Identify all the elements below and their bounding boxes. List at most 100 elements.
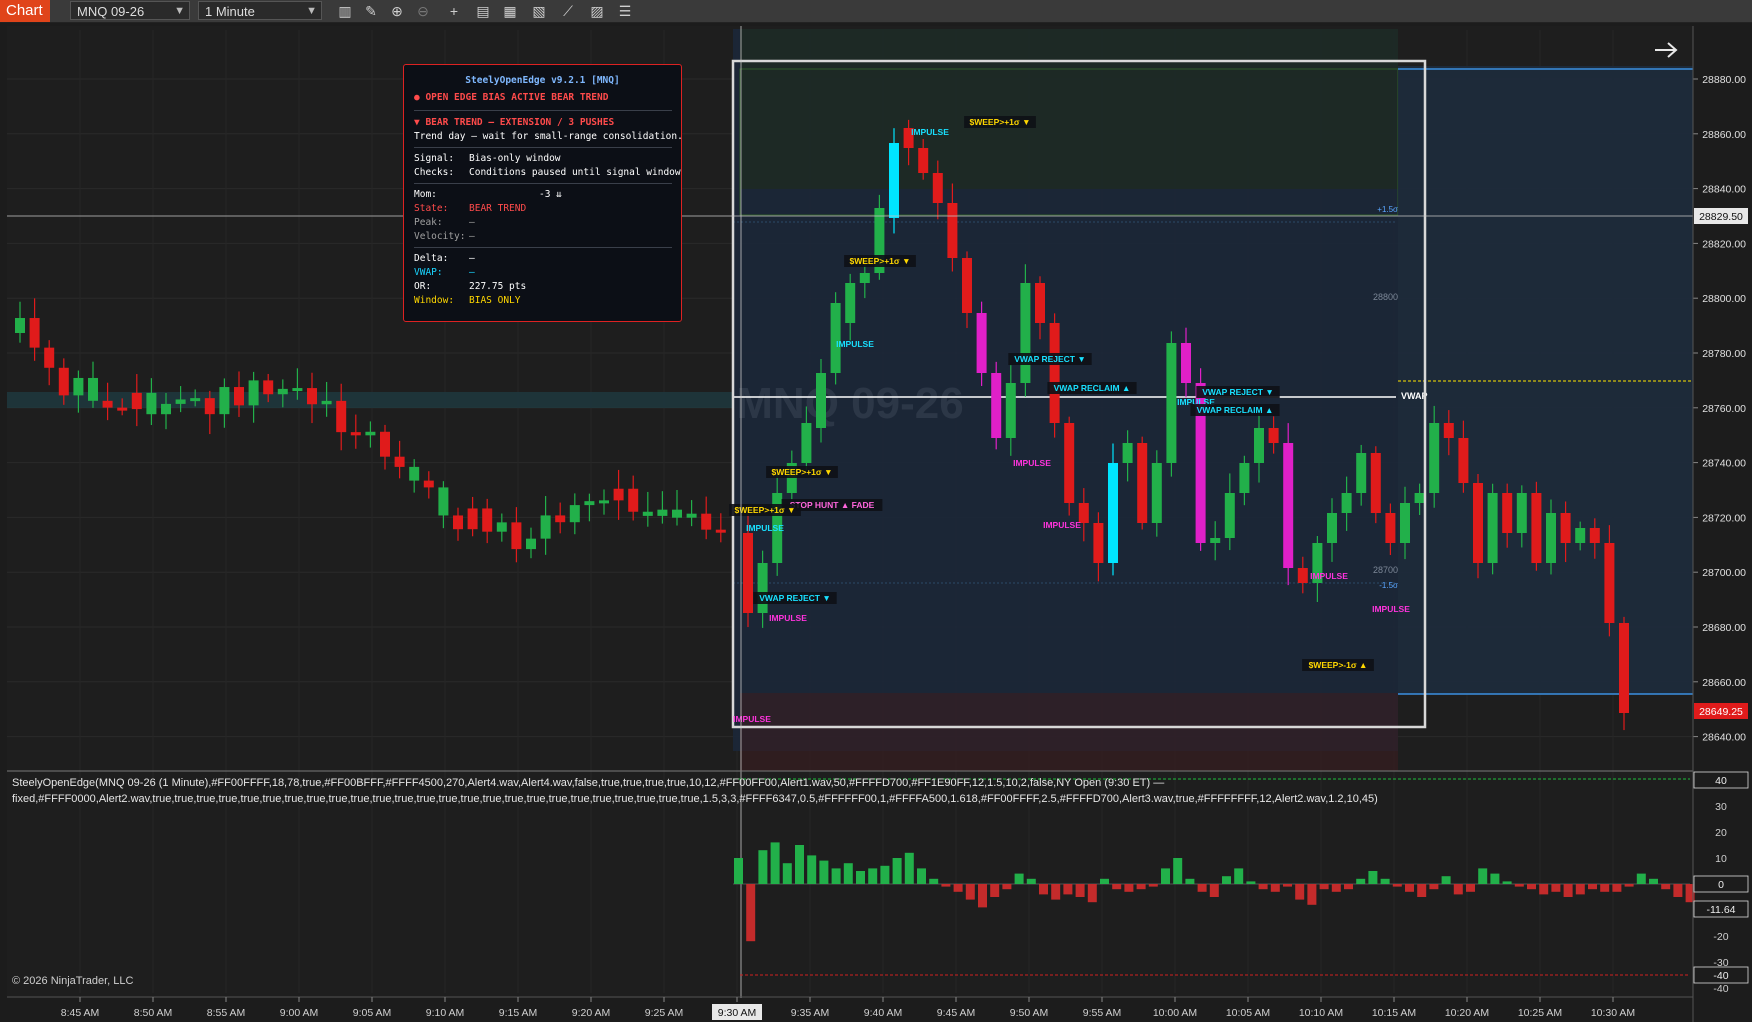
candle-body — [365, 431, 376, 436]
signal-tag-label: IMPULSE — [1043, 520, 1081, 530]
signal-tag-label: $WEEP>-1σ ▲ — [1309, 660, 1368, 670]
zoom-in-icon[interactable]: ⊕ — [388, 2, 406, 20]
price-tick-label: 28720.00 — [1702, 512, 1746, 524]
histogram-bar — [1124, 884, 1134, 892]
histogram-bar — [1100, 878, 1109, 884]
candle-body — [1575, 528, 1586, 543]
histogram-bar — [819, 860, 829, 884]
zoom-out-icon[interactable]: ⊖ — [414, 2, 432, 20]
templates-icon[interactable]: ▨ — [588, 2, 606, 20]
histogram-bar — [1026, 878, 1036, 884]
signal-tag-label: IMPULSE — [911, 127, 949, 137]
histogram-bar — [1514, 884, 1524, 887]
candle-body — [613, 488, 624, 501]
osc-tick-label: -20 — [1713, 931, 1728, 943]
candle-body — [743, 533, 753, 613]
histogram-bar — [1441, 876, 1451, 884]
candle-body — [1560, 513, 1571, 543]
draw-tool-icon[interactable]: ✎ — [362, 2, 380, 20]
osc-tick-label: 20 — [1715, 827, 1727, 839]
candle-body — [204, 398, 215, 415]
time-tick-label: 10:00 AM — [1153, 1007, 1197, 1019]
hud-state-row: State: BEAR TREND — [414, 203, 527, 214]
histogram-bar — [965, 884, 975, 900]
properties-icon[interactable]: ▤ — [474, 2, 492, 20]
time-tick-label: 9:40 AM — [864, 1007, 903, 1019]
candle-body — [1283, 443, 1294, 568]
histogram-bar — [1307, 884, 1317, 905]
hud-mom-row: Mom: -3 ⇊ — [414, 189, 562, 200]
signal-tag-label: VWAP REJECT ▼ — [759, 593, 831, 603]
histogram-bar — [1344, 884, 1353, 890]
time-tick-label: 9:00 AM — [280, 1007, 319, 1019]
last-price: 28649.25 — [1699, 706, 1743, 718]
strategy-hud-panel: SteelyOpenEdge v9.2.1 [MNQ] ● OPEN EDGE … — [403, 64, 683, 322]
histogram-bar — [1209, 884, 1219, 897]
time-tick-label: 9:45 AM — [937, 1007, 976, 1019]
hud-title: SteelyOpenEdge v9.2.1 [MNQ] — [465, 75, 620, 86]
candle-body — [526, 538, 536, 550]
price-chart[interactable]: MNQ 09-26 +1.5σ -1.5σ 28800 28700 VWAP I… — [0, 23, 1752, 1022]
histogram-bar — [1612, 884, 1622, 892]
crosshair-price: 28829.50 — [1699, 211, 1743, 223]
histogram-bar — [1588, 884, 1597, 890]
candle-body — [161, 403, 171, 415]
instrument-label: MNQ 09-26 — [77, 4, 145, 19]
time-tick-label: 9:50 AM — [1010, 1007, 1049, 1019]
candle-body — [234, 387, 244, 406]
chart-tab[interactable]: Chart — [0, 0, 50, 22]
hud-vwap-row: VWAP: — — [414, 267, 475, 278]
candle-body — [350, 432, 361, 436]
candle-body — [628, 488, 639, 512]
list-icon[interactable]: ☰ — [616, 2, 634, 20]
price-tick-label: 28660.00 — [1702, 677, 1746, 689]
histogram-bar — [1429, 884, 1439, 890]
price-tick-label: 28680.00 — [1702, 622, 1746, 634]
bar-type-icon[interactable]: ▥ — [336, 2, 354, 20]
histogram-bar — [1368, 871, 1378, 884]
candle-body — [1035, 283, 1045, 323]
crosshair-icon[interactable]: + — [445, 2, 463, 20]
candle-body — [438, 487, 449, 516]
histogram-bar — [1392, 884, 1402, 887]
histogram-bar — [1624, 884, 1634, 887]
data-box-icon[interactable]: ▦ — [501, 2, 519, 20]
time-tick-label: 10:25 AM — [1518, 1007, 1562, 1019]
svg-text:-11.64: -11.64 — [1707, 904, 1736, 916]
histogram-bar — [1014, 873, 1024, 884]
histogram-bar — [758, 850, 768, 884]
candle-body — [1020, 283, 1031, 383]
candle-body — [394, 456, 405, 467]
signal-tag-label: IMPULSE — [733, 714, 771, 724]
candle-body — [321, 400, 332, 405]
candle-body — [1224, 493, 1235, 538]
histogram-bar — [1161, 868, 1170, 884]
interval-label: 1 Minute — [205, 4, 255, 19]
histogram-bar — [1039, 884, 1048, 895]
histogram-bar — [856, 871, 865, 884]
instrument-selector[interactable]: MNQ 09-26 ▼ — [70, 1, 190, 20]
candle-body — [44, 347, 55, 368]
signal-tag-label: VWAP RECLAIM ▲ — [1054, 383, 1131, 393]
histogram-bar — [941, 884, 951, 887]
histogram-bar — [1087, 884, 1097, 903]
signal-tag-label: $WEEP>+1σ ▼ — [849, 256, 910, 266]
time-tick-label: 8:45 AM — [61, 1007, 100, 1019]
histogram-bar — [953, 884, 963, 892]
price-tick-label: 28820.00 — [1702, 238, 1746, 250]
interval-selector[interactable]: 1 Minute ▼ — [198, 1, 322, 20]
strategies-icon[interactable]: ⟋ — [559, 2, 577, 20]
hud-peak-row: Peak: — — [414, 217, 475, 228]
candle-body — [962, 258, 972, 313]
vwap-band — [7, 392, 732, 408]
histogram-bar — [1380, 878, 1390, 884]
candle-body — [102, 400, 113, 408]
candle-body — [845, 283, 856, 323]
candle-body — [1239, 463, 1250, 493]
indicators-icon[interactable]: ▧ — [530, 2, 548, 20]
histogram-bar — [1417, 884, 1427, 897]
svg-text:0: 0 — [1718, 879, 1724, 891]
time-tick-label: 8:50 AM — [134, 1007, 173, 1019]
signal-tag-label: $WEEP>+1σ ▼ — [734, 505, 795, 515]
histogram-bar — [807, 855, 817, 884]
